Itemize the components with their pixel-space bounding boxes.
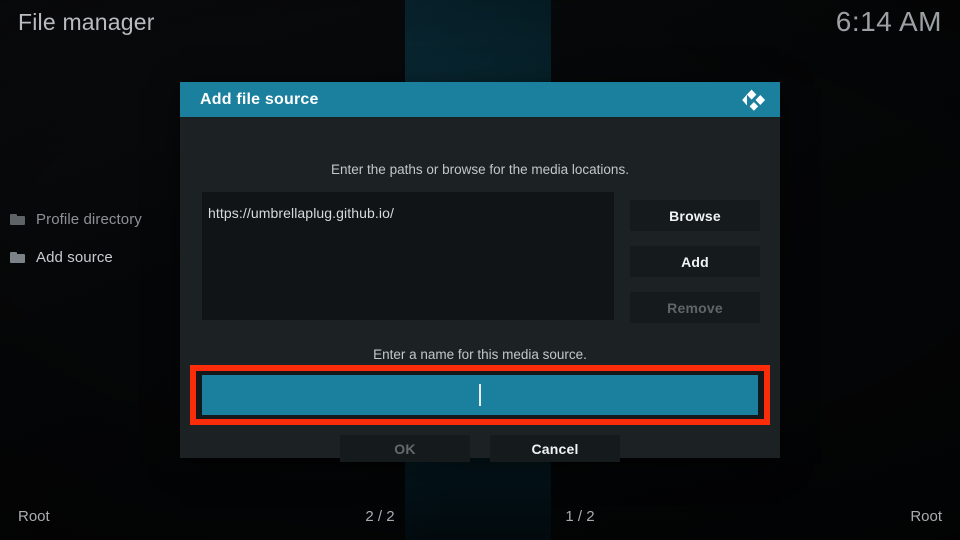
folder-icon	[10, 213, 25, 225]
top-bar: File manager 6:14 AM	[0, 0, 960, 56]
ok-button: OK	[340, 435, 470, 462]
remove-button: Remove	[630, 292, 760, 323]
paths-hint-label: Enter the paths or browse for the media …	[331, 162, 629, 177]
browse-button[interactable]: Browse	[630, 200, 760, 231]
dialog-header: Add file source	[180, 82, 780, 117]
list-item-label: Profile directory	[36, 210, 142, 228]
kodi-logo-icon	[740, 86, 768, 114]
file-list: Profile directory Add source	[0, 200, 180, 276]
path-list-box[interactable]: https://umbrellaplug.github.io/	[202, 192, 614, 320]
clock-label: 6:14 AM	[835, 6, 942, 37]
list-item-profile-directory[interactable]: Profile directory	[0, 200, 180, 238]
cancel-button[interactable]: Cancel	[490, 435, 620, 462]
add-button[interactable]: Add	[630, 246, 760, 277]
footer-right-path: Root	[910, 508, 942, 525]
text-caret	[479, 384, 481, 406]
path-list-item[interactable]: https://umbrellaplug.github.io/	[208, 205, 614, 221]
page-title: File manager	[18, 9, 155, 35]
list-item-add-source[interactable]: Add source	[0, 238, 180, 276]
dialog-body: Enter the paths or browse for the media …	[180, 117, 780, 462]
dialog-title: Add file source	[200, 90, 319, 108]
footer-right-count: 1 / 2	[565, 508, 595, 525]
kodi-screen: File manager 6:14 AM Profile directory A…	[0, 0, 960, 540]
source-name-input[interactable]	[202, 375, 758, 415]
footer-bar: Root 2 / 2 1 / 2 Root	[0, 498, 960, 540]
name-hint-label: Enter a name for this media source.	[373, 347, 587, 362]
add-file-source-dialog: Add file source Enter the paths or brows…	[180, 82, 780, 462]
list-item-label: Add source	[36, 248, 113, 266]
folder-icon	[10, 251, 25, 263]
